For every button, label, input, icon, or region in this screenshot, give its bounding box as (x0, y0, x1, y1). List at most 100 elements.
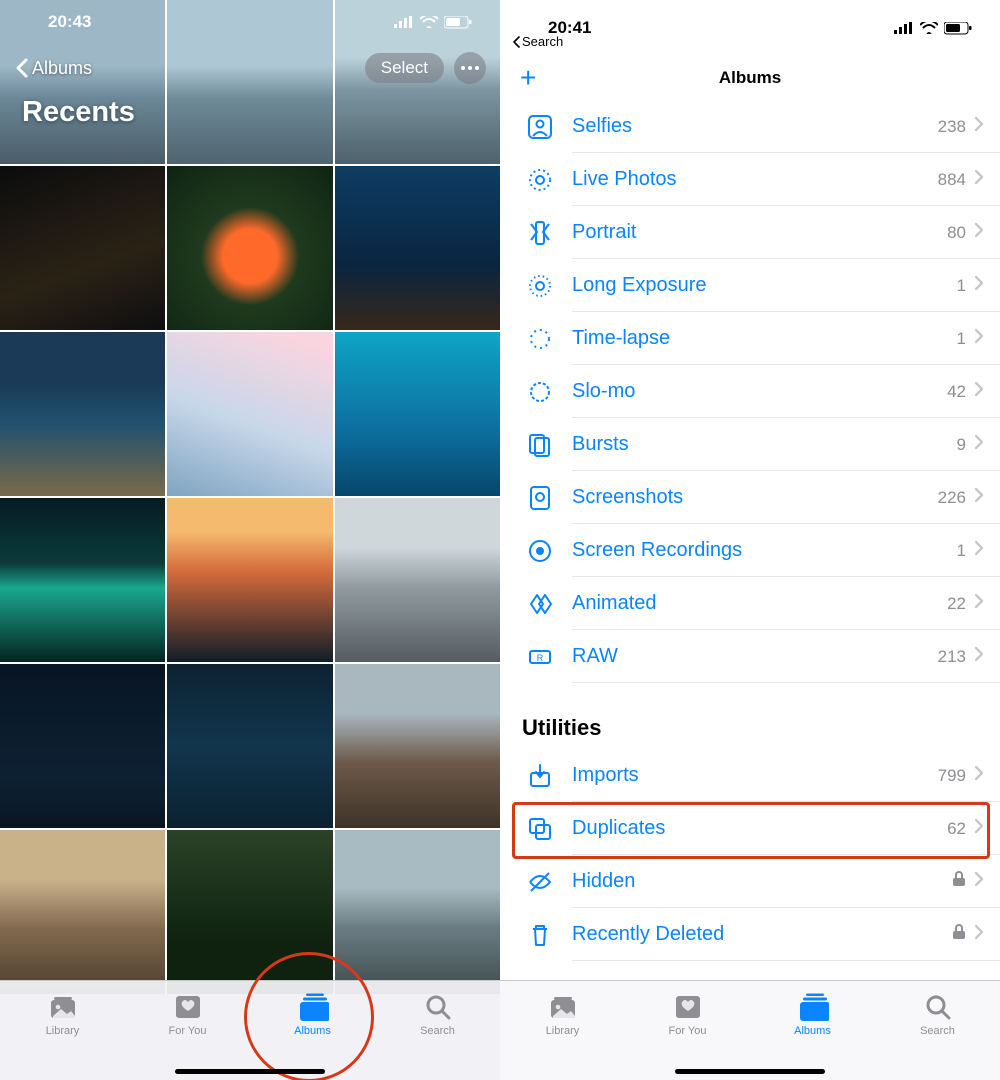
chevron-right-icon (974, 328, 984, 349)
album-row-count: 80 (947, 223, 966, 243)
photo-thumbnail[interactable] (335, 830, 500, 994)
tab-search[interactable]: Search (375, 993, 500, 1037)
album-row-label: Live Photos (572, 168, 938, 191)
tab-library[interactable]: Library (0, 993, 125, 1037)
live-icon (522, 167, 558, 193)
album-row-screen-recordings[interactable]: Screen Recordings 1 (500, 524, 1000, 577)
add-button[interactable]: + (520, 62, 536, 94)
animated-icon (522, 591, 558, 617)
album-row-label: Animated (572, 592, 947, 615)
chevron-left-icon (14, 58, 28, 78)
album-row-label: Imports (572, 764, 938, 787)
album-row-duplicates[interactable]: Duplicates 62 (500, 802, 1000, 855)
album-row-count: 1 (957, 329, 966, 349)
album-row-count: 238 (938, 117, 966, 137)
album-row-count: 22 (947, 594, 966, 614)
photo-thumbnail[interactable] (0, 332, 165, 496)
album-row-label: Selfies (572, 115, 938, 138)
photo-thumbnail[interactable] (167, 166, 332, 330)
photo-thumbnail[interactable] (335, 498, 500, 662)
raw-icon: R (522, 644, 558, 670)
album-row-raw[interactable]: R RAW 213 (500, 630, 1000, 683)
photo-thumbnail[interactable] (335, 166, 500, 330)
wifi-icon (920, 22, 938, 34)
status-bar: 20:41 (500, 0, 1000, 44)
album-row-count: 9 (957, 435, 966, 455)
tab-foryou[interactable]: For You (625, 993, 750, 1037)
album-row-count: 213 (938, 647, 966, 667)
chevron-right-icon (974, 169, 984, 190)
search-icon (922, 993, 954, 1021)
photo-thumbnail[interactable] (335, 664, 500, 828)
photo-thumbnail[interactable] (167, 498, 332, 662)
album-title: Recents (22, 96, 135, 129)
library-icon (547, 993, 579, 1021)
photo-thumbnail[interactable] (167, 664, 332, 828)
tab-label: Library (46, 1025, 80, 1037)
album-row-time-lapse[interactable]: Time-lapse 1 (500, 312, 1000, 365)
chevron-right-icon (974, 381, 984, 402)
chevron-left-icon (512, 36, 520, 48)
album-row-label: Recently Deleted (572, 923, 952, 946)
album-row-screenshots[interactable]: Screenshots 226 (500, 471, 1000, 524)
lock-icon (952, 871, 966, 892)
photo-thumbnail[interactable] (0, 166, 165, 330)
album-row-animated[interactable]: Animated 22 (500, 577, 1000, 630)
chevron-right-icon (974, 593, 984, 614)
back-button[interactable]: Albums (14, 58, 92, 79)
nav-bar: + Albums (500, 56, 1000, 100)
phone-albums-list: 20:41 Search + Albums Selfies 238 Live P… (500, 0, 1000, 1080)
tab-label: For You (669, 1025, 707, 1037)
tab-label: Library (546, 1025, 580, 1037)
cellular-icon (894, 22, 914, 34)
foryou-icon (172, 993, 204, 1021)
album-row-slo-mo[interactable]: Slo-mo 42 (500, 365, 1000, 418)
album-row-count: 884 (938, 170, 966, 190)
chevron-right-icon (974, 540, 984, 561)
hidden-icon (522, 869, 558, 895)
photo-thumbnail[interactable] (167, 332, 332, 496)
home-indicator[interactable] (175, 1069, 325, 1074)
album-row-label: Duplicates (572, 817, 947, 840)
tab-bar: Library For You Albums Search (0, 980, 500, 1080)
album-row-count: 42 (947, 382, 966, 402)
longexp-icon (522, 273, 558, 299)
chevron-right-icon (974, 116, 984, 137)
album-row-label: Screen Recordings (572, 539, 957, 562)
section-utilities: Utilities (500, 683, 1000, 749)
phone-recents: Albums Select Recents 20:43 Library For … (0, 0, 500, 1080)
tab-foryou[interactable]: For You (125, 993, 250, 1037)
album-row-live-photos[interactable]: Live Photos 884 (500, 153, 1000, 206)
photo-thumbnail[interactable] (0, 498, 165, 662)
album-row-hidden[interactable]: Hidden (500, 855, 1000, 908)
albums-list[interactable]: Selfies 238 Live Photos 884 Portrait 80 … (500, 100, 1000, 980)
home-indicator[interactable] (675, 1069, 825, 1074)
tab-albums[interactable]: Albums (750, 993, 875, 1037)
photo-thumbnail[interactable] (0, 664, 165, 828)
timelapse-icon (522, 326, 558, 352)
album-row-count: 799 (938, 766, 966, 786)
album-row-label: Portrait (572, 221, 947, 244)
more-button[interactable] (454, 52, 486, 84)
album-row-recently-deleted[interactable]: Recently Deleted (500, 908, 1000, 961)
album-row-bursts[interactable]: Bursts 9 (500, 418, 1000, 471)
album-row-selfies[interactable]: Selfies 238 (500, 100, 1000, 153)
photo-thumbnail[interactable] (335, 332, 500, 496)
tab-search[interactable]: Search (875, 993, 1000, 1037)
album-row-label: Slo-mo (572, 380, 947, 403)
back-search-button[interactable]: Search (512, 34, 563, 49)
tab-albums[interactable]: Albums (250, 993, 375, 1037)
photo-thumbnail[interactable] (0, 830, 165, 994)
album-row-count: 226 (938, 488, 966, 508)
tab-library[interactable]: Library (500, 993, 625, 1037)
album-row-label: Time-lapse (572, 327, 957, 350)
select-button[interactable]: Select (365, 53, 444, 83)
album-row-portrait[interactable]: Portrait 80 (500, 206, 1000, 259)
photo-thumbnail[interactable] (167, 830, 332, 994)
album-row-label: Hidden (572, 870, 952, 893)
chevron-right-icon (974, 222, 984, 243)
album-row-long-exposure[interactable]: Long Exposure 1 (500, 259, 1000, 312)
album-row-imports[interactable]: Imports 799 (500, 749, 1000, 802)
portrait-icon (522, 220, 558, 246)
battery-icon (944, 22, 972, 35)
